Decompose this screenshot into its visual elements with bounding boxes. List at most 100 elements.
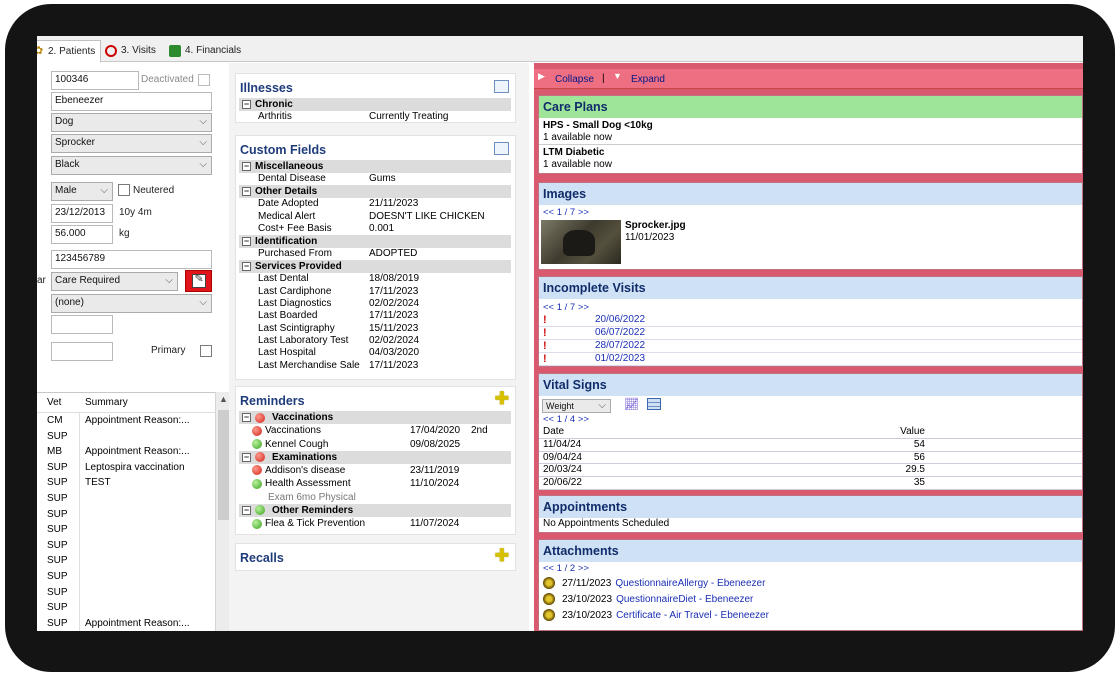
reminder-row[interactable]: Addison's disease 23/11/2019 (239, 464, 511, 477)
grid-table-icon[interactable] (647, 398, 661, 410)
deactivated-checkbox[interactable] (198, 74, 210, 86)
attachment-link[interactable]: Certificate - Air Travel - Ebeneezer (616, 608, 769, 623)
table-row[interactable]: SUP (37, 553, 215, 569)
illness-group-header[interactable]: − Chronic (239, 98, 511, 111)
reminder-row[interactable]: Health Assessment 11/10/2024 (239, 477, 511, 490)
expand-link[interactable]: Expand (631, 74, 665, 85)
incomplete-visit-row[interactable]: ! 28/07/2022 (539, 340, 1082, 353)
vital-sign-row[interactable]: 09/04/24 56 (539, 452, 1082, 465)
attachments-title[interactable]: Attachments (539, 540, 1082, 562)
tab-patients[interactable]: ✿ 2. Patients (37, 40, 102, 63)
reminder-group-header[interactable]: − Other Reminders (239, 503, 511, 517)
attachment-link[interactable]: QuestionnaireAllergy - Ebeneezer (615, 576, 765, 591)
table-row[interactable]: MB Appointment Reason:... (37, 444, 215, 460)
vital-sign-row[interactable]: 20/03/24 29.5 (539, 464, 1082, 478)
scroll-up-icon[interactable]: ▲ (219, 394, 228, 404)
vital-signs-title[interactable]: Vital Signs (539, 374, 1082, 396)
secondary-select[interactable]: (none) ⌵ (51, 294, 212, 313)
attachment-row[interactable]: 23/10/2023 QuestionnaireDiet - Ebeneezer (539, 591, 1082, 607)
sex-select[interactable]: Male ⌵ (51, 182, 113, 201)
field-group-header[interactable]: − Services Provided (239, 260, 511, 274)
attachment-link[interactable]: QuestionnaireDiet - Ebeneezer (616, 592, 753, 607)
collapse-minus-icon[interactable]: − (242, 100, 251, 109)
collapse-minus-icon[interactable]: − (242, 452, 251, 462)
tab-visits[interactable]: 3. Visits (101, 42, 161, 62)
appointments-title[interactable]: Appointments (539, 496, 1082, 518)
custom-field-row[interactable]: Last Boarded 17/11/2023 (239, 310, 511, 322)
image-filename[interactable]: Sprocker.jpg (625, 220, 686, 231)
table-row[interactable]: SUP (37, 490, 215, 507)
primary-checkbox[interactable] (200, 345, 212, 357)
table-row[interactable]: SUP Appointment Reason:... (37, 615, 215, 631)
table-row[interactable]: SUP (37, 428, 215, 445)
table-row[interactable]: SUP Leptospira vaccination (37, 459, 215, 476)
table-row[interactable]: SUP (37, 506, 215, 523)
field-group-header[interactable]: − Identification (239, 235, 511, 249)
add-plus-icon[interactable]: ✚ (495, 390, 509, 407)
custom-field-row[interactable]: Last Laboratory Test 02/02/2024 (239, 335, 511, 347)
incomplete-visit-row[interactable]: ! 01/02/2023 (539, 353, 1082, 366)
custom-field-row[interactable]: Last Hospital 04/03/2020 (239, 347, 511, 359)
visit-date-link[interactable]: 01/02/2023 (595, 353, 645, 366)
attachments-pager[interactable]: << 1 / 2 >> (539, 563, 1082, 575)
edit-notes-icon[interactable] (494, 80, 509, 93)
incomplete-visit-row[interactable]: ! 06/07/2022 (539, 327, 1082, 340)
field-group-header[interactable]: − Other Details (239, 185, 511, 199)
incomplete-visit-row[interactable]: ! 20/06/2022 (539, 314, 1082, 327)
edit-alert-button[interactable]: ✎ (185, 270, 212, 292)
illness-row[interactable]: Arthritis Currently Treating (239, 111, 511, 123)
care-plan-item[interactable]: HPS - Small Dog <10kg 1 available now (539, 118, 1082, 145)
incomplete-visits-pager[interactable]: << 1 / 7 >> (539, 302, 1082, 314)
colour-select[interactable]: Black ⌵ (51, 156, 212, 175)
custom-field-row[interactable]: Last Cardiphone 17/11/2023 (239, 286, 511, 298)
images-title[interactable]: Images (539, 183, 1082, 205)
weight-field[interactable]: 56.000 (51, 225, 113, 244)
collapse-link[interactable]: Collapse (555, 74, 594, 85)
custom-field-row[interactable]: Dental Disease Gums (239, 173, 511, 185)
attachment-row[interactable]: 27/11/2023 QuestionnaireAllergy - Ebeneez… (539, 575, 1082, 591)
scrollbar-thumb[interactable] (218, 410, 229, 520)
care-plans-title[interactable]: Care Plans (539, 96, 1082, 118)
collapse-minus-icon[interactable]: − (242, 237, 251, 247)
patient-name-field[interactable]: Ebeneezer (51, 92, 212, 111)
table-row[interactable]: SUP TEST (37, 475, 215, 491)
vital-sign-row[interactable]: 11/04/24 54 (539, 439, 1082, 452)
add-plus-icon[interactable]: ✚ (495, 547, 509, 564)
microchip-field[interactable]: 123456789 (51, 250, 212, 269)
table-row[interactable]: CM Appointment Reason:... (37, 413, 215, 429)
extra-field-b[interactable] (51, 342, 113, 361)
table-row[interactable]: SUP (37, 568, 215, 585)
patient-id-field[interactable]: 100346 (51, 71, 139, 90)
collapse-minus-icon[interactable]: − (242, 505, 251, 515)
table-row[interactable]: SUP (37, 522, 215, 538)
custom-field-row[interactable]: Last Merchandise Sale 17/11/2023 (239, 360, 511, 372)
column-header-vet[interactable]: Vet (37, 397, 80, 412)
tab-financials[interactable]: 4. Financials (165, 42, 246, 62)
collapse-minus-icon[interactable]: − (242, 187, 251, 197)
line-chart-icon[interactable]: 📈︎ (624, 397, 639, 411)
neutered-checkbox[interactable] (118, 184, 130, 196)
custom-field-row[interactable]: Medical Alert DOESN'T LIKE CHICKEN (239, 211, 511, 223)
reminder-group-header[interactable]: − Vaccinations (239, 411, 511, 424)
collapse-minus-icon[interactable]: − (242, 262, 251, 272)
reminder-row[interactable]: Flea & Tick Prevention 11/07/2024 (239, 517, 511, 530)
vital-sign-row[interactable]: 20/06/22 35 (539, 477, 1082, 490)
custom-field-row[interactable]: Last Diagnostics 02/02/2024 (239, 298, 511, 310)
custom-field-row[interactable]: Last Dental 18/08/2019 (239, 273, 511, 285)
column-header-summary[interactable]: Summary (80, 397, 213, 412)
table-row[interactable]: SUP (37, 537, 215, 554)
dog-photo-thumbnail[interactable] (541, 220, 621, 264)
table-row[interactable]: SUP (37, 584, 215, 601)
care-status-select[interactable]: Care Required ⌵ (51, 272, 178, 291)
visit-date-link[interactable]: 06/07/2022 (595, 327, 645, 340)
custom-field-row[interactable]: Date Adopted 21/11/2023 (239, 198, 511, 210)
visit-date-link[interactable]: 28/07/2022 (595, 340, 645, 353)
edit-notes-icon[interactable] (494, 142, 509, 155)
custom-field-row[interactable]: Last Scintigraphy 15/11/2023 (239, 323, 511, 335)
dob-field[interactable]: 23/12/2013 (51, 204, 113, 223)
table-row[interactable]: SUP (37, 600, 215, 616)
attachment-row[interactable]: 23/10/2023 Certificate - Air Travel - Ebe… (539, 607, 1082, 623)
reminder-row[interactable]: Kennel Cough 09/08/2025 (239, 437, 511, 450)
images-pager[interactable]: << 1 / 7 >> (539, 207, 1082, 219)
vital-sign-type-select[interactable]: Weight ⌵ (542, 399, 611, 413)
